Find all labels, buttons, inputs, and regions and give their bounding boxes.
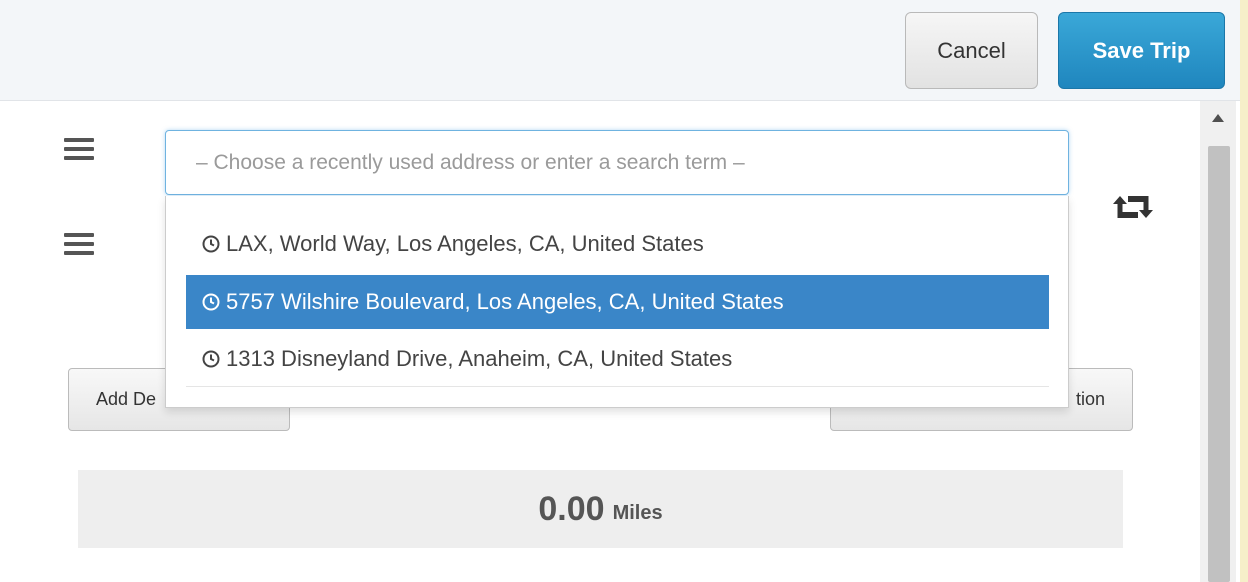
suggestion-item[interactable]: 1313 Disneyland Drive, Anaheim, CA, Unit… <box>186 332 1049 386</box>
dropdown-divider <box>186 386 1049 387</box>
suggestion-label: LAX, World Way, Los Angeles, CA, United … <box>226 231 704 256</box>
suggestion-item-selected[interactable]: 5757 Wilshire Boulevard, Los Angeles, CA… <box>186 275 1049 329</box>
trip-editor: Cancel Save Trip Add De tion LAX, World … <box>0 0 1248 582</box>
miles-value: 0.00 <box>538 489 605 528</box>
clock-icon <box>202 293 220 311</box>
scroll-up-arrow-icon[interactable] <box>1200 101 1236 135</box>
destination-action-label: tion <box>1075 389 1105 409</box>
drag-handle-icon[interactable] <box>64 233 94 255</box>
address-suggestions-dropdown: LAX, World Way, Los Angeles, CA, United … <box>165 196 1069 408</box>
scroll-thumb[interactable] <box>1208 146 1230 582</box>
miles-unit: Miles <box>612 501 663 524</box>
address-search-input[interactable] <box>165 130 1069 195</box>
suggestion-label: 1313 Disneyland Drive, Anaheim, CA, Unit… <box>226 346 733 371</box>
drag-handle-icon[interactable] <box>64 138 94 160</box>
clock-icon <box>202 350 220 368</box>
clock-icon <box>202 235 220 253</box>
page-edge <box>1240 0 1248 582</box>
swap-route-icon[interactable] <box>1110 192 1156 222</box>
header-bar: Cancel Save Trip <box>0 0 1240 101</box>
save-trip-button[interactable]: Save Trip <box>1058 12 1225 89</box>
distance-summary: 0.00 Miles <box>78 470 1123 548</box>
cancel-button[interactable]: Cancel <box>905 12 1038 89</box>
suggestion-label: 5757 Wilshire Boulevard, Los Angeles, CA… <box>226 289 784 314</box>
suggestion-item[interactable]: LAX, World Way, Los Angeles, CA, United … <box>186 217 1049 271</box>
add-destination-label: Add De <box>96 389 157 409</box>
vertical-scrollbar[interactable] <box>1200 101 1236 582</box>
